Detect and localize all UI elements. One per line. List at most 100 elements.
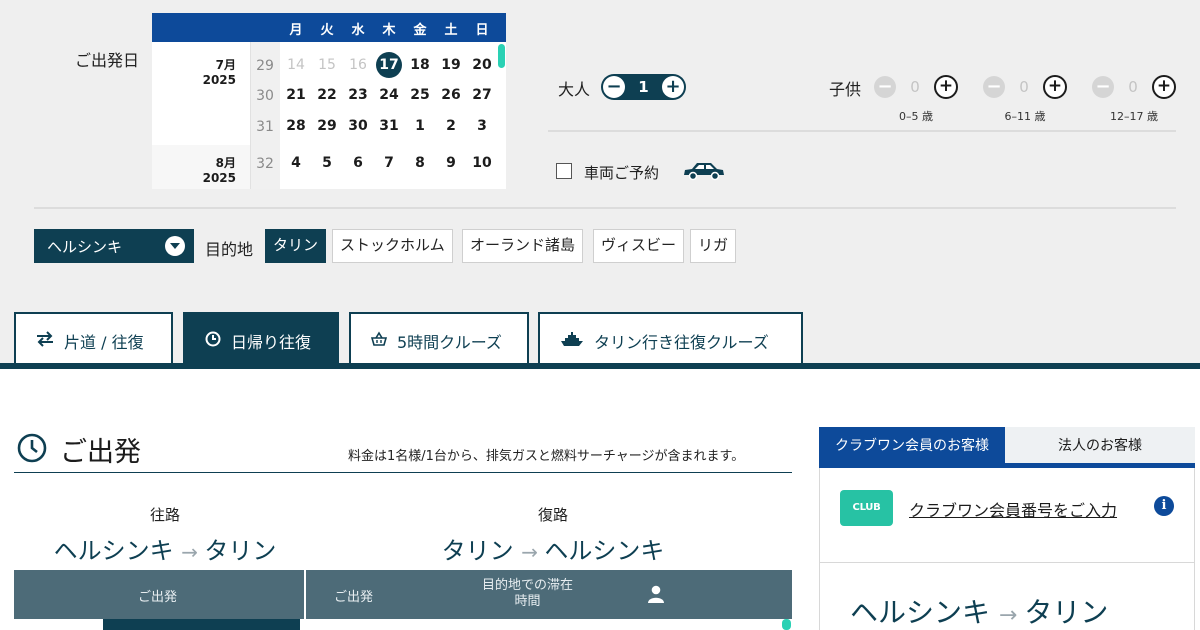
- calendar-day[interactable]: 29: [312, 113, 342, 139]
- children-minus-button[interactable]: −: [983, 76, 1005, 98]
- outbound-label: 往路: [149, 506, 180, 524]
- calendar-day[interactable]: 28: [281, 113, 311, 139]
- route-to: ヘルシンキ: [544, 537, 665, 565]
- route-from: ヘルシンキ: [850, 596, 991, 629]
- destination-aland[interactable]: オーランド諸島: [462, 229, 584, 263]
- calendar-day[interactable]: 10: [467, 150, 497, 176]
- calendar-day[interactable]: 9: [436, 150, 466, 176]
- clock-icon: [205, 331, 221, 347]
- calendar-day[interactable]: 23: [343, 82, 373, 108]
- stay-line-1: 目的地での滞在: [482, 578, 574, 593]
- member-number-link[interactable]: クラブワン会員番号をご入力: [909, 497, 1117, 521]
- origin-select[interactable]: ヘルシンキ: [34, 229, 194, 263]
- tab-label: 日帰り往復: [231, 333, 312, 352]
- weekday-wed: 水: [351, 23, 365, 38]
- club-one-card: CLUB ONE クラブワン会員番号をご入力 i: [819, 468, 1195, 563]
- tab-tallinn-cruise[interactable]: タリン行き往復クルーズ: [538, 312, 803, 363]
- adults-plus-button[interactable]: +: [662, 76, 684, 98]
- weekday-sun: 日: [475, 23, 489, 38]
- person-icon: [648, 585, 664, 603]
- tab-club-one-members[interactable]: クラブワン会員のお客様: [819, 427, 1005, 468]
- calendar-day[interactable]: 27: [467, 82, 497, 108]
- calendar-day[interactable]: 8: [405, 150, 435, 176]
- divider: [34, 207, 1176, 209]
- sidebar-route: ヘルシンキ → タリン: [850, 591, 1108, 630]
- week-number: 32: [256, 156, 274, 172]
- children-minus-button[interactable]: −: [874, 76, 896, 98]
- return-column-header: ご出発 目的地での滞在 時間: [306, 570, 792, 619]
- calendar-day[interactable]: 3: [467, 113, 497, 139]
- selected-row-indicator: [103, 619, 300, 630]
- children-plus-button[interactable]: +: [1043, 75, 1067, 99]
- search-panel: ご出発日 月 火 水 木 金 土 日 7月 2025 8月 2025 29 14…: [0, 0, 1200, 363]
- calendar-day-selected[interactable]: 17: [374, 52, 404, 78]
- week-number: 30: [256, 88, 274, 104]
- calendar-day[interactable]: 4: [281, 150, 311, 176]
- departure-date-label: ご出発日: [75, 51, 140, 70]
- calendar-day[interactable]: 22: [312, 82, 342, 108]
- calendar-day: 15: [318, 57, 336, 73]
- clock-icon: [17, 433, 47, 463]
- tab-day-return[interactable]: 日帰り往復: [183, 312, 339, 363]
- children-stepper-6-11: − 0 + 6–11 歳: [983, 74, 1075, 123]
- children-plus-button[interactable]: +: [1152, 75, 1176, 99]
- outbound-route: ヘルシンキ → タリン: [0, 531, 330, 566]
- destination-stockholm[interactable]: ストックホルム: [332, 229, 453, 263]
- fare-note: 料金は1名様/1台から、排気ガスと燃料サーチャージが含まれます。: [348, 449, 745, 464]
- return-route: タリン → ヘルシンキ: [388, 531, 718, 566]
- destination-riga[interactable]: リガ: [690, 229, 737, 263]
- page-title: ご出発: [60, 437, 141, 468]
- tab-one-way-return[interactable]: 片道 / 往復: [14, 312, 173, 363]
- customer-type-tabs: クラブワン会員のお客様 法人のお客様: [819, 427, 1195, 468]
- calendar-day[interactable]: 25: [405, 82, 435, 108]
- weekday-sat: 土: [444, 23, 458, 38]
- calendar-day[interactable]: 19: [436, 52, 466, 78]
- calendar-day: 16: [349, 57, 367, 73]
- calendar-day[interactable]: 20: [467, 52, 497, 78]
- date-calendar: 月 火 水 木 金 土 日 7月 2025 8月 2025 29 14 15 1…: [152, 13, 506, 189]
- column-stay-time: 目的地での滞在 時間: [482, 578, 573, 610]
- month-year: 2025: [202, 73, 236, 87]
- results-section: ご出発 料金は1名様/1台から、排気ガスと燃料サーチャージが含まれます。 往路 …: [0, 369, 1200, 630]
- calendar-day[interactable]: 1: [405, 113, 435, 139]
- calendar-day[interactable]: 24: [374, 82, 404, 108]
- week-number: 29: [256, 58, 274, 74]
- month-label-july: 7月 2025: [152, 58, 250, 88]
- destination-tallinn[interactable]: タリン: [265, 229, 327, 263]
- tab-label: タリン行き往復クルーズ: [594, 333, 769, 352]
- stay-line-2: 時間: [514, 594, 541, 609]
- children-minus-button[interactable]: −: [1092, 76, 1114, 98]
- calendar-day[interactable]: 2: [436, 113, 466, 139]
- info-icon[interactable]: i: [1154, 496, 1174, 516]
- adults-stepper: − 1 +: [601, 74, 686, 100]
- calendar-day[interactable]: 21: [281, 82, 311, 108]
- children-count: 0: [1019, 78, 1029, 96]
- weekday-thu: 木: [382, 23, 396, 38]
- age-range-label: 0–5 歳: [899, 110, 933, 123]
- weekday-mon: 月: [289, 23, 303, 38]
- children-plus-button[interactable]: +: [934, 75, 958, 99]
- calendar-day[interactable]: 26: [436, 82, 466, 108]
- club-one-logo: CLUB ONE: [840, 490, 893, 549]
- results-scrollbar[interactable]: [782, 619, 791, 630]
- calendar-day[interactable]: 7: [374, 150, 404, 176]
- divider: [14, 472, 792, 473]
- destination-visby[interactable]: ヴィスビー: [593, 229, 685, 263]
- children-count: 0: [910, 78, 920, 96]
- tab-5-hour-cruise[interactable]: 5時間クルーズ: [349, 312, 529, 363]
- ship-icon: [561, 332, 583, 346]
- calendar-day[interactable]: 31: [374, 113, 404, 139]
- calendar-day[interactable]: 5: [312, 150, 342, 176]
- destination-label: 目的地: [205, 240, 254, 259]
- tab-corporate-customers[interactable]: 法人のお客様: [1005, 427, 1195, 468]
- route-from: タリン: [441, 537, 514, 565]
- calendar-day[interactable]: 18: [405, 52, 435, 78]
- children-count: 0: [1128, 78, 1138, 96]
- calendar-day[interactable]: 6: [343, 150, 373, 176]
- calendar-scrollbar[interactable]: [498, 44, 505, 68]
- adults-label: 大人: [558, 80, 591, 99]
- calendar-day[interactable]: 30: [343, 113, 373, 139]
- passenger-selector: 大人 − 1 + 子供 − 0 + 0–5 歳 − 0 + 6–11 歳 − 0…: [548, 66, 1176, 132]
- calendar-weekday-header: 月 火 水 木 金 土 日: [152, 13, 506, 42]
- vehicle-checkbox[interactable]: [556, 163, 572, 179]
